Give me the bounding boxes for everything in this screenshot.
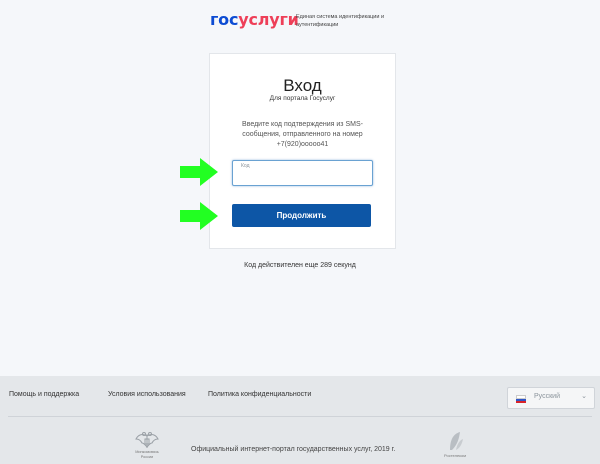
footer-link-privacy[interactable]: Политика конфиденциальности: [208, 391, 311, 398]
page-title: Вход: [283, 76, 322, 95]
footer: Помощь и поддержка Условия использования…: [0, 376, 600, 464]
continue-button[interactable]: Продолжить: [232, 204, 371, 227]
ministry-caption: Минкомсвязь России: [135, 450, 159, 459]
language-select[interactable]: Русский ⌄: [507, 387, 595, 409]
chevron-down-icon: ⌄: [581, 393, 587, 400]
official-portal-text: Официальный интернет-портал государствен…: [191, 446, 396, 453]
green-arrow-icon: [180, 202, 218, 230]
coat-of-arms-icon: [135, 432, 159, 448]
language-label: Русский: [534, 393, 560, 400]
login-card: Вход Для портала Госуслуг Введите код по…: [209, 53, 396, 249]
sms-message: Введите код подтверждения из SMS-сообщен…: [242, 121, 363, 148]
code-timer: Код действителен еще 289 секунд: [244, 262, 356, 269]
logo-part-gos: гос: [210, 10, 239, 29]
gosuslugi-logo[interactable]: госуслуги: [210, 10, 299, 29]
logo-part-uslugi: услуги: [238, 10, 299, 29]
footer-link-help[interactable]: Помощь и поддержка: [9, 391, 79, 398]
code-input[interactable]: Код: [232, 160, 373, 186]
code-input-label: Код: [241, 163, 250, 169]
page-subtitle: Для портала Госуслуг: [269, 95, 336, 102]
footer-divider: [8, 416, 592, 417]
rostelecom-caption: Ростелеком: [444, 453, 466, 458]
russian-flag-icon: [516, 395, 526, 403]
footer-link-terms[interactable]: Условия использования: [108, 391, 186, 398]
rostelecom-logo-icon: [450, 432, 463, 450]
esia-caption: Единая система идентификации и аутентифи…: [296, 14, 385, 28]
green-arrow-icon: [180, 158, 218, 186]
header: госуслуги Единая система идентификации и…: [0, 0, 600, 40]
